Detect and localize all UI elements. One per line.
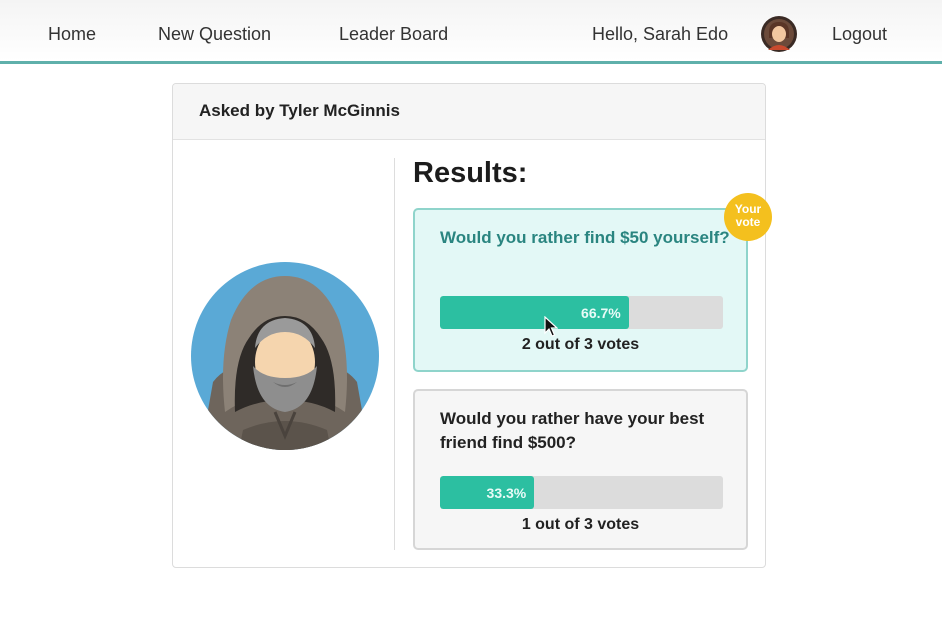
mouse-cursor-icon [544, 316, 558, 337]
option-one-text: Would you rather find $50 yourself? [440, 228, 730, 247]
option-one-progress-bar: 66.7% [440, 296, 723, 329]
user-avatar-icon [761, 16, 797, 52]
top-nav: Home New Question Leader Board Hello, Sa… [0, 0, 942, 64]
vertical-divider [394, 158, 395, 550]
option-two-result: Would you rather have your best friend f… [413, 389, 748, 550]
option-two-progress-fill: 33.3% [440, 476, 535, 509]
option-one-progress-fill: 66.7% [440, 296, 629, 329]
option-two-text: Would you rather have your best friend f… [440, 409, 705, 452]
option-one-percent: 66.7% [581, 304, 621, 321]
option-two-vote-count: 1 out of 3 votes [521, 516, 640, 533]
option-one-result: Would you rather find $50 yourself? 66.7… [413, 208, 748, 372]
nav-home-link[interactable]: Home [48, 24, 96, 45]
your-vote-badge: Your vote [724, 193, 772, 241]
hooded-bearded-man-avatar-icon [191, 262, 379, 450]
option-two-progress-bar: 33.3% [440, 476, 723, 509]
nav-new-question-link[interactable]: New Question [158, 24, 271, 45]
nav-leader-board-link[interactable]: Leader Board [339, 24, 448, 45]
logout-link[interactable]: Logout [832, 24, 887, 45]
option-one-vote-count: 2 out of 3 votes [521, 336, 640, 353]
results-title: Results: [413, 157, 528, 189]
question-card: Asked by Tyler McGinnis Results: Would y… [172, 83, 772, 568]
user-greeting: Hello, Sarah Edo [592, 24, 729, 44]
option-two-percent: 33.3% [486, 484, 527, 501]
asked-by-header: Asked by Tyler McGinnis [173, 84, 765, 140]
